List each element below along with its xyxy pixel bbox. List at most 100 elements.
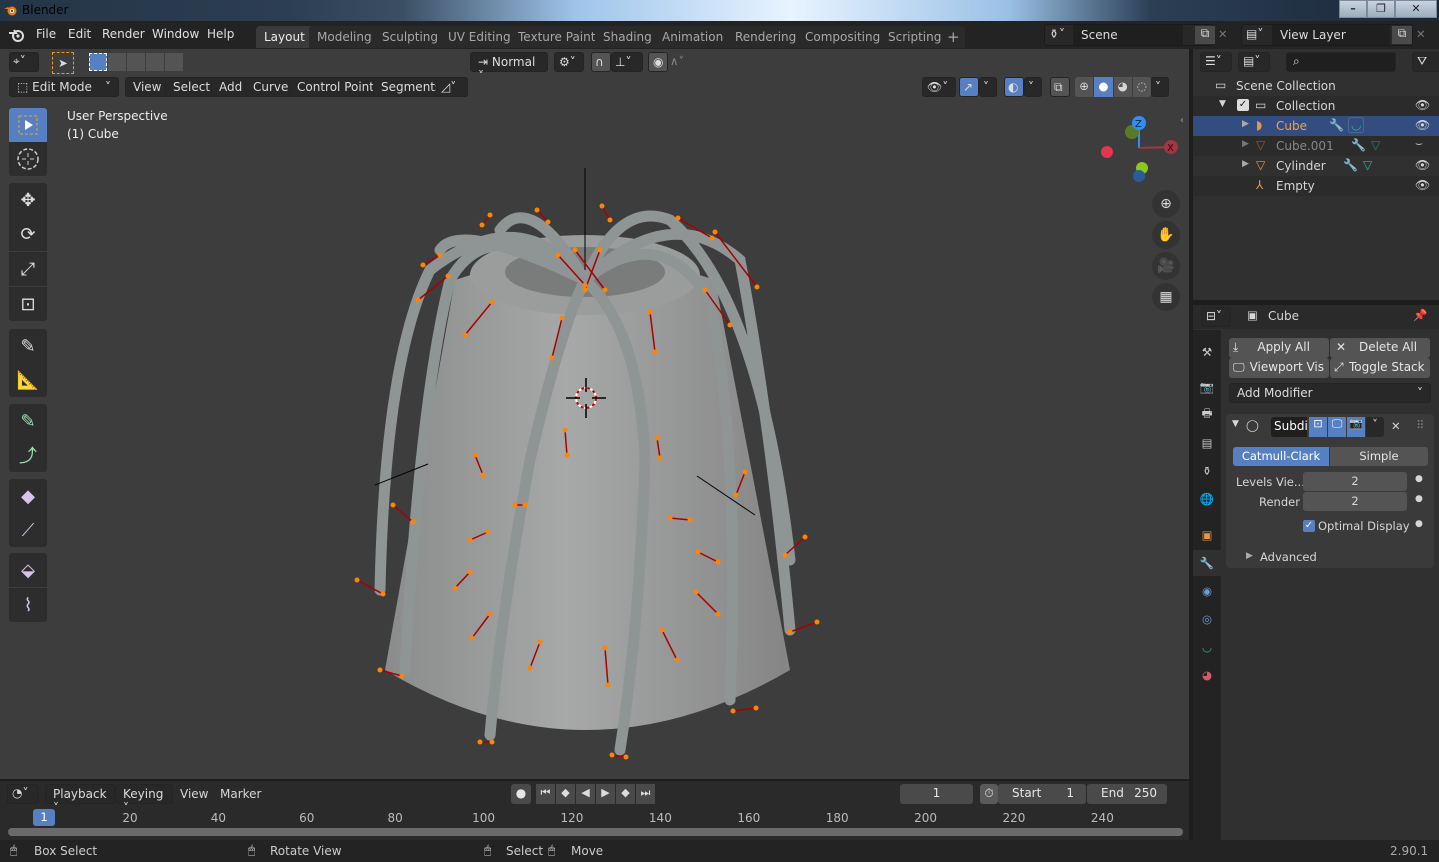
view-layer-filter-dropdown[interactable]: ▤˅ [1238,52,1270,72]
tab-scripting[interactable]: Scripting [880,26,950,48]
tab-modeling[interactable]: Modeling [309,26,380,48]
control-point[interactable] [623,754,629,760]
expand-arrow-icon[interactable]: ▼ [1219,99,1226,109]
scale-tool[interactable]: ⤢ [9,252,47,286]
expand-arrow-icon[interactable]: ▶ [1242,139,1249,149]
scene-canvas[interactable] [340,160,840,770]
advanced-subpanel[interactable]: Advanced [1260,550,1317,564]
proportional-edit-icon[interactable]: ◉ [648,52,668,72]
gizmo-dropdown[interactable]: ˅ [979,77,997,97]
gizmo-neg-z[interactable] [1133,170,1145,182]
view-layer-selector[interactable]: ▤˅ View Layer ⧉ [1241,24,1413,46]
minimize-button[interactable]: – [1339,0,1367,18]
display-mode-dropdown[interactable]: ☰˅ [1200,52,1232,72]
tab-modifiers[interactable]: 🔧 [1193,550,1221,576]
control-point[interactable] [537,639,543,645]
tab-shading[interactable]: Shading [595,26,660,48]
control-point[interactable] [654,435,660,441]
keying-menu[interactable]: Keying ˅ [115,784,173,815]
modifier-options-dropdown[interactable]: ˅ [1366,417,1384,437]
control-point[interactable] [354,577,360,583]
overlays-dropdown[interactable]: ˅ [1024,77,1042,97]
current-frame-field[interactable]: 1 [900,784,973,804]
control-point[interactable] [472,452,478,458]
collapse-arrow-icon[interactable]: ▼ [1232,419,1239,429]
menu-edit[interactable]: Edit [68,27,91,41]
editor-type-button[interactable]: ⌖˅ [9,52,39,72]
optimal-display-checkbox[interactable]: ✓ [1303,520,1315,532]
camera-view-button[interactable]: 🎥 [1152,252,1180,280]
control-point[interactable] [437,252,443,258]
control-point[interactable] [545,219,551,225]
collection-checkbox[interactable]: ✓ [1237,99,1249,111]
tab-layout[interactable]: Layout [256,26,313,48]
modifier-wrench-icon[interactable]: 🔧 [1329,118,1344,132]
select-tool-indicator[interactable]: ➤ [52,52,74,74]
control-point[interactable] [727,322,733,328]
pivot-point-dropdown[interactable]: ⚙˅ [554,52,584,72]
control-point[interactable] [410,519,416,525]
control-point[interactable] [657,455,663,461]
next-keyframe-button[interactable]: ◆ [616,784,635,804]
add-workspace-button[interactable]: + [942,26,965,48]
control-point[interactable] [609,752,615,758]
randomize-tool[interactable]: ⬙ [9,553,47,587]
control-point[interactable] [695,549,701,555]
marker-menu[interactable]: Marker [220,787,261,801]
expand-arrow-icon[interactable]: ▶ [1246,551,1253,561]
snap-toggle-icon[interactable]: ∩ [591,52,611,72]
xray-toggle-icon[interactable]: ⧉ [1050,77,1070,97]
playback-menu[interactable]: Playback ˅ [45,784,115,815]
cursor-tool[interactable] [9,142,47,176]
ortho-toggle-button[interactable]: ▦ [1152,283,1180,311]
select-extend-icon[interactable] [108,53,126,71]
control-point[interactable] [782,552,788,558]
control-point[interactable] [487,611,493,617]
tab-texture-paint[interactable]: Texture Paint [510,26,604,48]
expand-arrow-icon[interactable]: ▶ [1242,159,1249,169]
edit-mode-toggle-icon[interactable]: ⊡ [1309,417,1327,437]
control-point[interactable] [562,427,568,433]
pin-icon[interactable]: 📌 [1413,308,1427,322]
timeline-view-menu[interactable]: View [180,787,208,801]
select-invert-icon[interactable] [146,53,164,71]
maximize-button[interactable]: ❐ [1367,0,1395,18]
outliner-search-input[interactable]: ⌕ [1286,52,1396,72]
editor-type-button[interactable]: ◔˅ [7,784,39,804]
control-point[interactable] [380,591,386,597]
curve-data-icon[interactable]: ◡ [1348,117,1365,133]
control-point[interactable] [675,215,681,221]
tab-compositing[interactable]: Compositing [797,26,889,48]
control-point[interactable] [564,452,570,458]
eye-icon[interactable]: 👁 [1415,158,1430,172]
expand-arrow-icon[interactable]: ▶ [1242,119,1249,129]
modifier-wrench-icon[interactable]: 🔧 [1351,138,1366,152]
modifier-wrench-icon[interactable]: 🔧 [1343,158,1358,172]
control-point[interactable] [420,262,426,268]
render-toggle-icon[interactable]: 📷 [1347,417,1365,437]
menu-file[interactable]: File [36,27,56,41]
sidebar-toggle-icon[interactable]: ‹ [1180,115,1184,126]
blender-menu-icon[interactable] [9,28,25,42]
delete-scene-icon[interactable]: ✕ [1218,27,1228,41]
control-point[interactable] [712,229,718,235]
control-point[interactable] [754,284,760,290]
apply-all-button[interactable]: ⤓ Apply All [1229,338,1329,358]
new-scene-icon[interactable]: ⧉ [1195,26,1215,44]
outliner-row-cube-001[interactable]: ▶ ▽ Cube.001 🔧 ▽ ⌣ [1193,136,1439,156]
eye-icon[interactable]: 👁 [1415,178,1430,192]
scene-selector[interactable]: ⚱˅ Scene ⧉ [1044,24,1215,46]
jump-start-button[interactable]: ⏮ [536,784,555,804]
control-point[interactable] [674,657,680,663]
add-modifier-dropdown[interactable]: Add Modifier ˅ [1229,383,1431,403]
timeline-scrollbar[interactable] [8,828,1183,836]
start-frame-field[interactable]: Start 1 [998,784,1086,804]
menu-view[interactable]: View [125,77,170,97]
control-point[interactable] [555,252,561,258]
new-view-layer-icon[interactable]: ⧉ [1392,26,1412,44]
control-point[interactable] [467,537,473,543]
tab-physics[interactable]: ◎ [1193,606,1221,632]
draw-curve-tool[interactable]: ✎ [9,404,47,438]
viewport-toggle-icon[interactable]: 🖵 [1328,417,1346,437]
tab-animation[interactable]: Animation [654,26,732,48]
